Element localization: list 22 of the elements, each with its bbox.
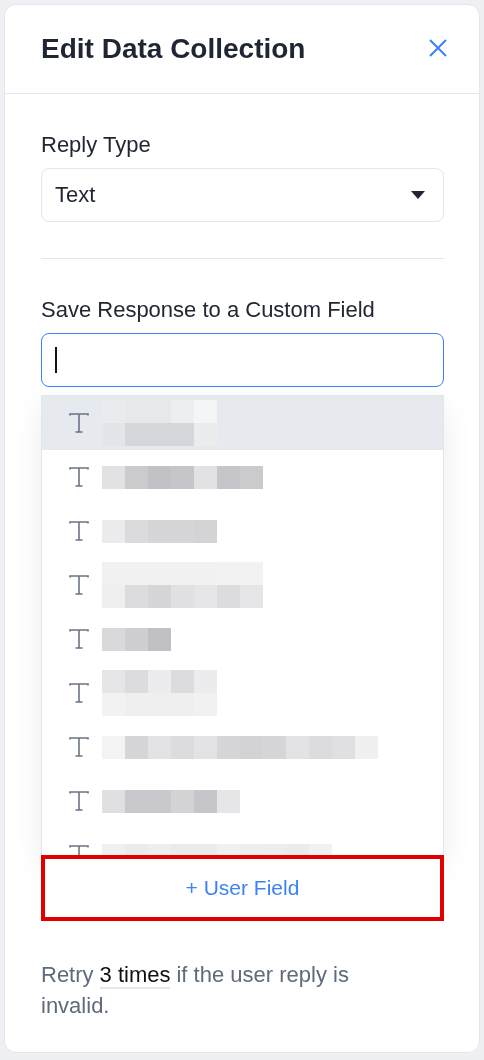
- text-type-icon: [68, 682, 90, 704]
- caret-icon: [411, 191, 425, 199]
- dialog-title: Edit Data Collection: [41, 33, 306, 65]
- text-type-icon: [68, 412, 90, 434]
- close-icon: [427, 37, 449, 59]
- retry-count-link[interactable]: 3 times: [99, 962, 171, 989]
- add-user-field-button[interactable]: + User Field: [41, 855, 444, 921]
- blurred-label-drawing: [102, 627, 171, 651]
- text-type-icon: [68, 790, 90, 812]
- text-type-icon: [68, 736, 90, 758]
- text-type-icon: [68, 520, 90, 542]
- field-option[interactable]: [42, 396, 443, 450]
- text-type-icon: [68, 628, 90, 650]
- field-option[interactable]: [42, 450, 443, 504]
- reply-type-select[interactable]: Text: [41, 168, 444, 222]
- field-label: Save Response to a Custom Field: [41, 297, 376, 323]
- retry-sentence: Retry 3 times if the user reply is invalid.: [41, 961, 350, 1020]
- field-label: Reply Type: [41, 132, 152, 158]
- text-type-icon: [68, 466, 90, 488]
- custom-field-input[interactable]: [41, 333, 444, 387]
- text-cursor: [55, 347, 57, 373]
- text-type-icon: [68, 574, 90, 596]
